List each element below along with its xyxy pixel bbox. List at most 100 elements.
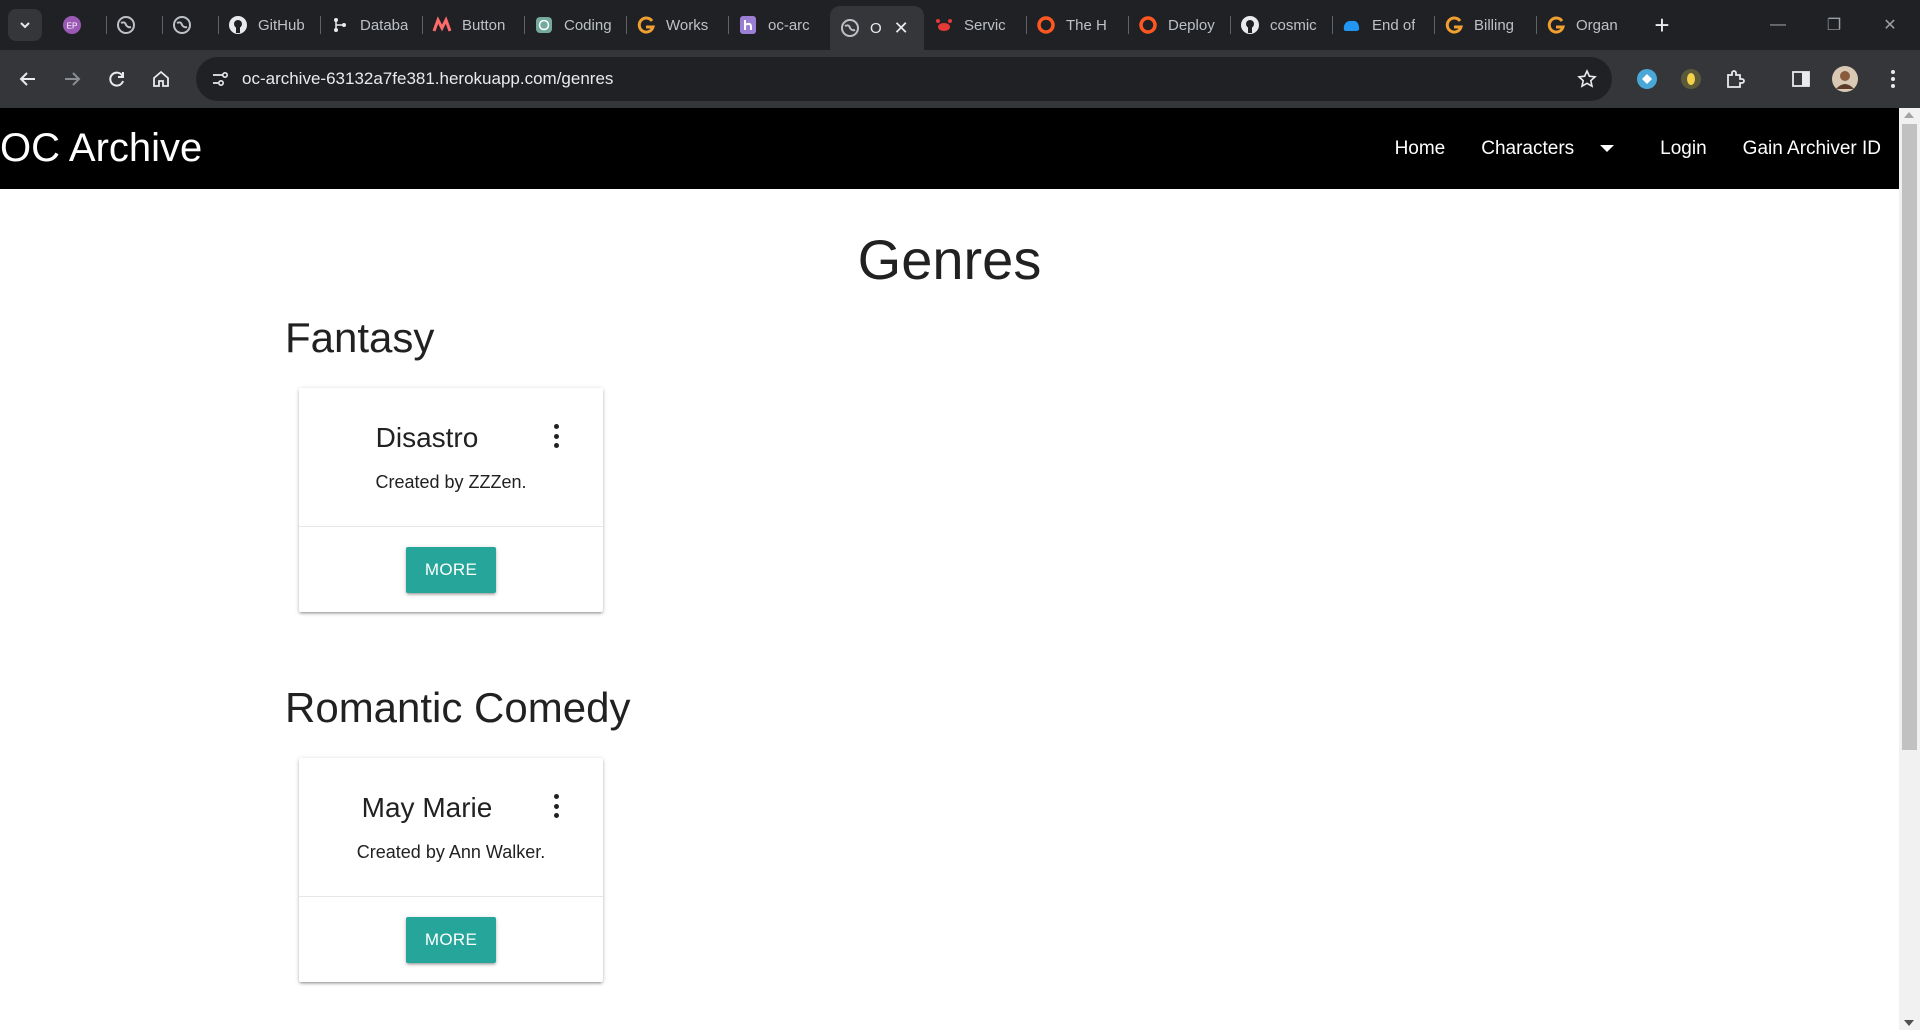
- avatar[interactable]: [1830, 64, 1860, 94]
- side-panel-icon[interactable]: [1786, 64, 1816, 94]
- tab-title: End of: [1372, 16, 1416, 34]
- ring-icon: [1036, 15, 1056, 35]
- close-window-button[interactable]: ✕: [1862, 0, 1918, 50]
- minimize-button[interactable]: —: [1750, 0, 1806, 50]
- tab-cosmic-github[interactable]: cosmic: [1230, 6, 1332, 44]
- tab-title: cosmic: [1270, 16, 1317, 34]
- browser-tab-strip: EP GitHub Databa Button Coding Works oc-…: [0, 0, 1920, 50]
- tab-list: EP GitHub Databa Button Coding Works oc-…: [52, 6, 1680, 50]
- tab-title: GitHub: [258, 16, 305, 34]
- site-navbar: OC Archive Home Characters Login Gain Ar…: [0, 108, 1899, 189]
- tab-billing[interactable]: Billing: [1434, 6, 1536, 44]
- ring-icon: [1138, 15, 1158, 35]
- g-logo-icon: [1444, 15, 1464, 35]
- scrollbar-thumb[interactable]: [1902, 124, 1917, 750]
- card-creator: Created by ZZZen.: [375, 472, 527, 492]
- browser-menu-icon[interactable]: [1878, 64, 1908, 94]
- browser-toolbar: oc-archive-63132a7fe381.herokuapp.com/ge…: [0, 50, 1920, 108]
- extension-2-icon[interactable]: [1676, 64, 1706, 94]
- tab-database[interactable]: Databa: [320, 6, 422, 44]
- tab-profile[interactable]: EP: [52, 6, 106, 44]
- tab-title: Databa: [360, 16, 409, 34]
- scroll-up-arrow-icon[interactable]: [1904, 112, 1914, 118]
- genre-heading-fantasy: Fantasy: [285, 314, 435, 361]
- page-scrollbar[interactable]: [1899, 108, 1920, 1030]
- forward-button[interactable]: [54, 61, 90, 97]
- bookmark-star-icon[interactable]: [1574, 66, 1600, 92]
- tab-title: Deploy: [1168, 16, 1215, 34]
- tab-title: Organ: [1576, 16, 1618, 34]
- home-button[interactable]: [143, 61, 179, 97]
- nav-gain-archiver-id-link[interactable]: Gain Archiver ID: [1725, 138, 1899, 160]
- site-info-icon[interactable]: [206, 65, 234, 93]
- close-icon[interactable]: ✕: [894, 18, 909, 39]
- tab-globe-1[interactable]: [106, 6, 162, 44]
- more-button[interactable]: MORE: [406, 917, 496, 963]
- home-icon: [153, 70, 169, 87]
- heroku-icon: [738, 15, 758, 35]
- card-title: May Marie: [361, 792, 493, 823]
- tab-coding[interactable]: Coding: [524, 6, 626, 44]
- arrow-right-icon: [65, 72, 81, 86]
- new-tab-button[interactable]: +: [1644, 7, 1680, 43]
- tab-deploy[interactable]: Deploy: [1128, 6, 1230, 44]
- card-content: May Marie Created by Ann Walker.: [299, 758, 603, 897]
- database-icon: [330, 15, 350, 35]
- character-card-may-marie: May Marie Created by Ann Walker. MORE: [299, 758, 603, 982]
- card-title: Disastro: [375, 422, 479, 453]
- g-logo-icon: [636, 15, 656, 35]
- reload-button[interactable]: [99, 61, 135, 97]
- tab-title: oc-arc: [768, 16, 810, 34]
- tab-search-button[interactable]: [8, 9, 42, 41]
- nav-links: Home Characters Login Gain Archiver ID: [1377, 108, 1899, 189]
- openai-icon: [534, 15, 554, 35]
- more-vert-icon[interactable]: [551, 794, 561, 818]
- scroll-down-arrow-icon[interactable]: [1904, 1020, 1914, 1026]
- page-viewport: OC Archive Home Characters Login Gain Ar…: [0, 108, 1899, 1030]
- extension-1-icon[interactable]: [1632, 64, 1662, 94]
- tab-title: Billing: [1474, 16, 1515, 34]
- extensions-puzzle-icon[interactable]: [1720, 64, 1750, 94]
- tab-title: The H: [1066, 16, 1107, 34]
- github-icon: [1240, 15, 1260, 35]
- tab-title: Button: [462, 16, 506, 34]
- tab-globe-2[interactable]: [162, 6, 218, 44]
- back-button[interactable]: [10, 61, 46, 97]
- globe-icon: [172, 15, 192, 35]
- m-logo-icon: [432, 15, 452, 35]
- brand-logo[interactable]: OC Archive: [0, 126, 202, 170]
- globe-icon: [116, 15, 136, 35]
- tab-works[interactable]: Works: [626, 6, 728, 44]
- nav-home-link[interactable]: Home: [1377, 138, 1464, 160]
- card-creator: Created by Ann Walker.: [356, 842, 546, 862]
- nav-characters-label: Characters: [1481, 137, 1575, 159]
- tab-github[interactable]: GitHub: [218, 6, 320, 44]
- svg-text:EP: EP: [67, 22, 78, 31]
- tab-oc-archive-heroku[interactable]: oc-arc: [728, 6, 830, 44]
- genre-heading-romantic-comedy: Romantic Comedy: [285, 684, 631, 731]
- restore-button[interactable]: ❐: [1806, 0, 1862, 50]
- nav-login-link[interactable]: Login: [1642, 138, 1725, 160]
- globe-icon: [840, 18, 860, 38]
- tab-title: Servic: [964, 16, 1006, 34]
- tab-active-oc-archive[interactable]: O ✕: [830, 6, 924, 50]
- tab-title: Coding: [564, 16, 612, 34]
- profile-ep-icon: EP: [62, 15, 82, 35]
- tab-title: O: [870, 19, 882, 37]
- page-title: Genres: [857, 228, 1042, 291]
- tab-the-h[interactable]: The H: [1026, 6, 1128, 44]
- address-bar[interactable]: oc-archive-63132a7fe381.herokuapp.com/ge…: [196, 57, 1612, 101]
- more-vert-icon[interactable]: [551, 424, 561, 448]
- more-button[interactable]: MORE: [406, 547, 496, 593]
- tab-end-of[interactable]: End of: [1332, 6, 1434, 44]
- nav-characters-dropdown[interactable]: Characters: [1463, 138, 1632, 160]
- arrow-left-icon: [19, 72, 35, 86]
- url-text[interactable]: oc-archive-63132a7fe381.herokuapp.com/ge…: [242, 69, 613, 89]
- tab-services[interactable]: Servic: [924, 6, 1026, 44]
- tab-organ[interactable]: Organ: [1536, 6, 1638, 44]
- reload-icon: [109, 71, 124, 87]
- github-icon: [228, 15, 248, 35]
- tab-button[interactable]: Button: [422, 6, 524, 44]
- character-card-disastro: Disastro Created by ZZZen. MORE: [299, 388, 603, 612]
- card-content: Disastro Created by ZZZen.: [299, 388, 603, 527]
